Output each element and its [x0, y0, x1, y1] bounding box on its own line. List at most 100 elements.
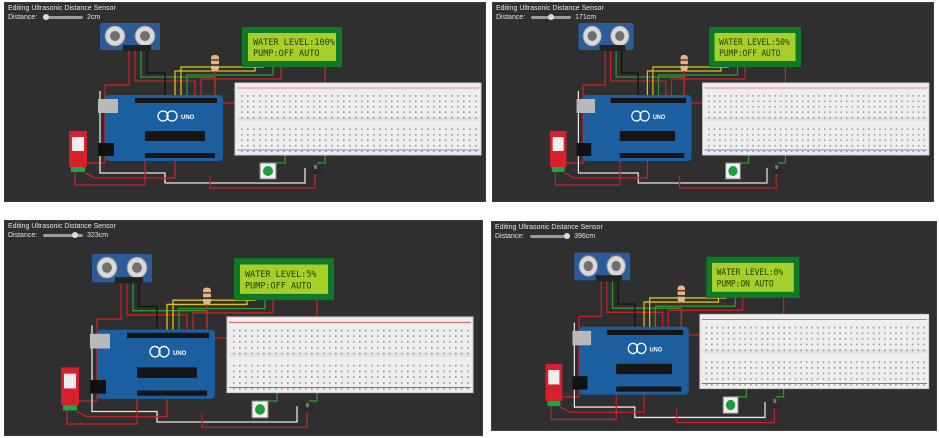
- breadboard-hole: [343, 100, 345, 103]
- breadboard-hole: [419, 346, 421, 349]
- breadboard-hole: [263, 335, 265, 338]
- breadboard-hole: [873, 134, 876, 136]
- breadboard-hole: [906, 332, 908, 335]
- breadboard-hole: [923, 361, 925, 363]
- breadboard-hole: [763, 145, 765, 147]
- breadboard-hole: [451, 106, 453, 108]
- breadboard-hole: [241, 150, 243, 153]
- breadboard-hole: [233, 352, 235, 355]
- breadboard-hole: [835, 111, 837, 114]
- breadboard-hole: [281, 364, 283, 367]
- breadboard-hole: [397, 128, 399, 131]
- breadboard-hole: [862, 100, 865, 103]
- breadboard-hole: [835, 150, 837, 153]
- breadboard-hole: [275, 329, 277, 332]
- breadboard-hole: [247, 128, 249, 131]
- breadboard-hole: [383, 346, 385, 349]
- breadboard-hole: [469, 106, 471, 108]
- breadboard-hole: [738, 361, 741, 363]
- breadboard-hole: [884, 361, 886, 363]
- breadboard-hole: [757, 145, 760, 147]
- breadboard-hole: [757, 139, 760, 142]
- breadboard-hole: [824, 100, 826, 103]
- breadboard-hole: [301, 106, 303, 108]
- breadboard-hole: [705, 332, 707, 335]
- breadboard-hole: [275, 364, 277, 367]
- breadboard-hole: [467, 352, 469, 355]
- breadboard-hole: [901, 117, 903, 119]
- breadboard-hole: [415, 134, 417, 136]
- breadboard-hole: [391, 128, 393, 131]
- breadboard-hole: [884, 145, 887, 147]
- breadboard-hole: [241, 111, 243, 114]
- breadboard-hole: [716, 338, 719, 340]
- breadboard-hole: [259, 106, 261, 108]
- breadboard-hole: [783, 366, 786, 369]
- analog-header: [616, 386, 682, 392]
- breadboard-hole: [377, 346, 379, 349]
- breadboard-hole: [415, 145, 417, 147]
- breadboard-hole: [457, 95, 459, 97]
- breadboard-hole: [794, 372, 797, 375]
- breadboard-hole: [385, 117, 387, 119]
- breadboard-hole: [708, 128, 710, 131]
- breadboard-hole: [923, 343, 925, 346]
- breadboard-hole: [911, 366, 914, 369]
- breadboard-hole: [872, 383, 875, 386]
- breadboard-hole: [461, 387, 463, 390]
- breadboard-hole: [785, 111, 787, 114]
- breadboard-hole: [343, 128, 345, 131]
- breadboard-hole: [917, 343, 920, 346]
- breadboard-hole: [895, 378, 897, 380]
- center-channel: [701, 349, 927, 354]
- breadboard-hole: [377, 382, 379, 384]
- breadboard-hole: [879, 117, 881, 119]
- breadboard-hole: [790, 100, 793, 103]
- breadboard-hole: [873, 106, 876, 108]
- breadboard-hole: [361, 150, 363, 153]
- breadboard-hole: [451, 100, 453, 103]
- breadboard-hole: [467, 370, 469, 373]
- breadboard-hole: [325, 145, 327, 147]
- breadboard-hole: [911, 343, 914, 346]
- arduino-pcb: [105, 95, 223, 161]
- breadboard-hole: [867, 338, 869, 340]
- breadboard-hole: [259, 139, 261, 142]
- breadboard-hole: [343, 134, 345, 136]
- breadboard-hole: [794, 332, 797, 335]
- breadboard-hole: [289, 117, 291, 119]
- breadboard-hole: [289, 100, 291, 103]
- breadboard-hole: [323, 352, 325, 355]
- breadboard-hole: [439, 117, 441, 119]
- breadboard-hole: [311, 352, 313, 355]
- breadboard-hole: [241, 128, 243, 131]
- lcd-line-1: WATER LEVEL:5%: [245, 270, 317, 280]
- breadboard-hole: [257, 341, 259, 343]
- breadboard-hole: [746, 145, 749, 147]
- breadboard-hole: [811, 338, 813, 340]
- breadboard-hole: [768, 128, 771, 131]
- center-channel: [704, 117, 928, 121]
- breadboard-hole: [779, 111, 782, 114]
- breadboard-icon: [702, 82, 930, 156]
- breadboard-hole: [239, 352, 241, 355]
- breadboard-hole: [341, 329, 343, 332]
- breadboard-hole: [801, 150, 804, 153]
- breadboard-hole: [705, 349, 707, 352]
- breadboard-hole: [281, 352, 283, 355]
- breadboard-hole: [761, 378, 763, 380]
- breadboard-hole: [317, 341, 319, 343]
- breadboard-hole: [349, 134, 351, 136]
- breadboard-hole: [341, 376, 343, 379]
- breadboard-hole: [317, 335, 319, 338]
- breadboard-hole: [421, 145, 423, 147]
- breadboard-hole: [750, 366, 752, 369]
- breadboard-hole: [407, 382, 409, 384]
- lcd-line-2: PUMP:OFF AUTO: [719, 48, 780, 58]
- breadboard-hole: [467, 387, 469, 390]
- board-label: UNO: [181, 115, 195, 121]
- breadboard-hole: [884, 343, 886, 346]
- breadboard-hole: [383, 329, 385, 332]
- breadboard-hole: [299, 364, 301, 367]
- breadboard-hole: [437, 370, 439, 373]
